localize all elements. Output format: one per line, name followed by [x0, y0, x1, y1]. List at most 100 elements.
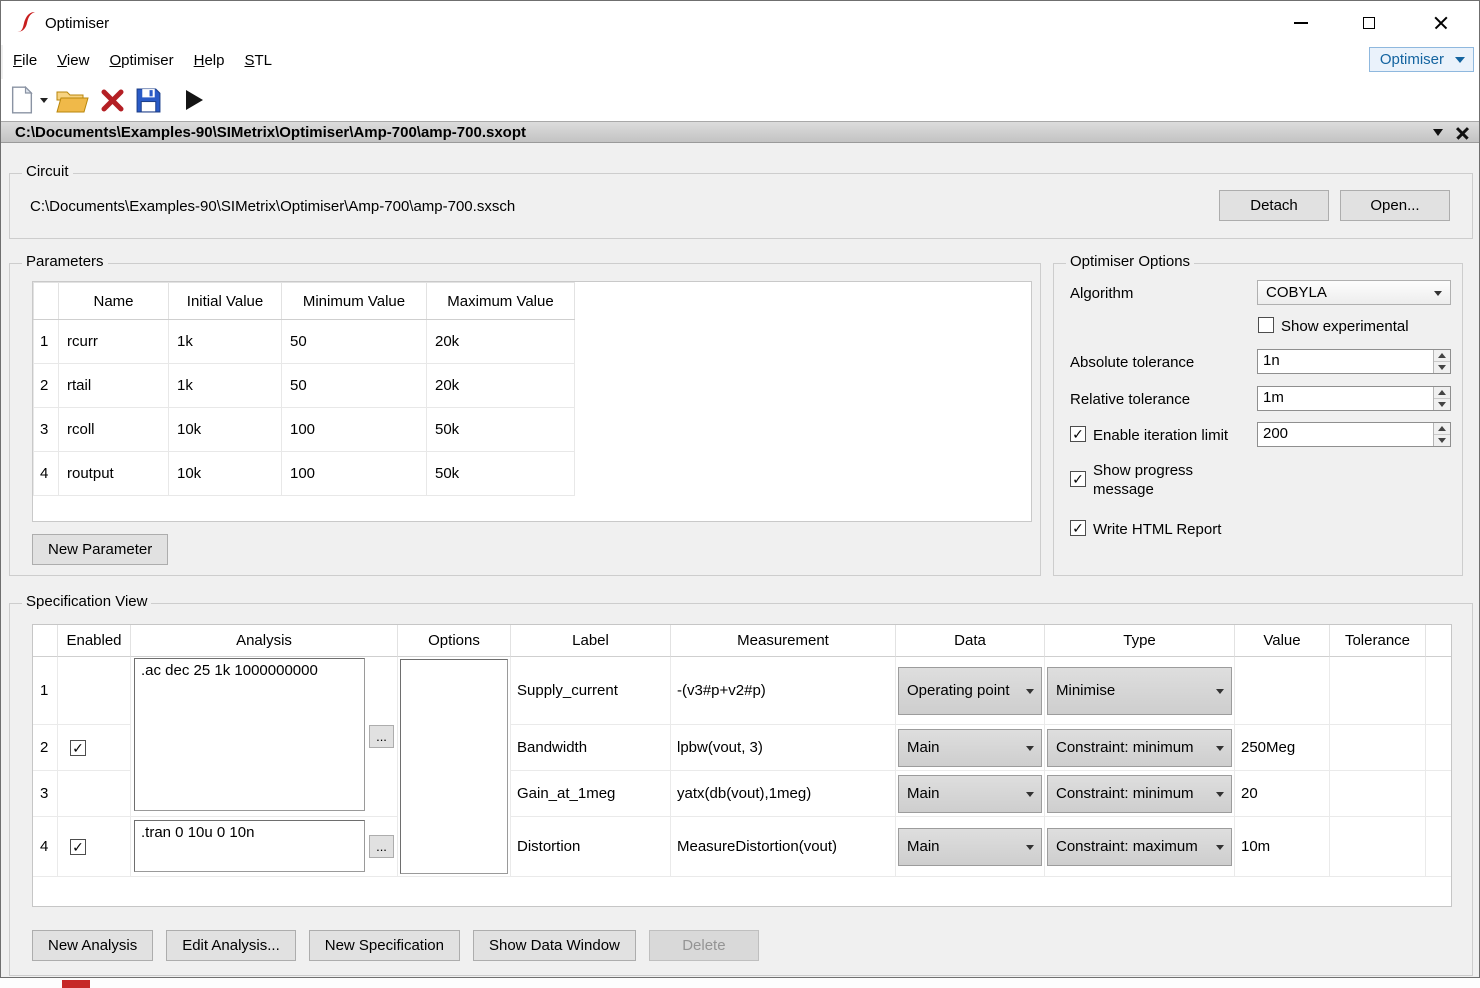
spec-measurement-cell[interactable]: lpbw(vout, 3) [671, 725, 896, 771]
menu-help[interactable]: Help [184, 45, 235, 75]
enabled-cell: ✓ [58, 817, 131, 877]
new-parameter-button[interactable]: New Parameter [32, 534, 168, 565]
new-specification-button[interactable]: New Specification [309, 930, 460, 961]
type-select-value: Constraint: maximum [1056, 838, 1198, 855]
type-select[interactable]: Constraint: minimum [1047, 729, 1232, 767]
menu-file[interactable]: File [3, 45, 47, 75]
param-name-cell[interactable]: rtail [59, 364, 169, 408]
open-circuit-button[interactable]: Open... [1340, 190, 1450, 221]
spin-up-button[interactable] [1434, 387, 1450, 399]
menu-view[interactable]: View [47, 45, 99, 75]
show-data-window-button[interactable]: Show Data Window [473, 930, 636, 961]
analysis-text-tran[interactable]: .tran 0 10u 0 10n [134, 820, 365, 872]
chevron-down-icon [1026, 845, 1034, 850]
param-min-cell[interactable]: 50 [282, 364, 427, 408]
param-name-cell[interactable]: rcoll [59, 408, 169, 452]
data-select[interactable]: Main [898, 828, 1042, 866]
document-list-dropdown[interactable] [1429, 124, 1447, 141]
data-select[interactable]: Main [898, 729, 1042, 767]
param-initial-cell[interactable]: 10k [169, 408, 282, 452]
param-max-cell[interactable]: 20k [427, 320, 575, 364]
detach-button[interactable]: Detach [1219, 190, 1329, 221]
spec-label-cell[interactable]: Bandwidth [511, 725, 671, 771]
spec-measurement-cell[interactable]: -(v3#p+v2#p) [671, 657, 896, 725]
write-html-report-checkbox[interactable]: ✓ [1070, 520, 1086, 536]
analysis-text-ac[interactable]: .ac dec 25 1k 1000000000 [134, 658, 365, 811]
param-name-cell[interactable]: routput [59, 452, 169, 496]
spec-tolerance-cell[interactable] [1330, 771, 1426, 817]
table-row: 1 rcurr 1k 50 20k [34, 320, 575, 364]
spec-measurement-cell[interactable]: MeasureDistortion(vout) [671, 817, 896, 877]
type-select[interactable]: Constraint: minimum [1047, 775, 1232, 813]
options-text-area[interactable] [400, 659, 508, 874]
row-number: 4 [33, 817, 58, 877]
spec-value-cell[interactable]: 20 [1235, 771, 1330, 817]
relative-tolerance-input[interactable]: 1m [1257, 386, 1451, 411]
close-button[interactable] [1421, 7, 1461, 39]
spacer [1426, 657, 1451, 725]
param-min-cell[interactable]: 100 [282, 452, 427, 496]
spin-up-button[interactable] [1434, 350, 1450, 362]
save-button[interactable] [131, 82, 165, 118]
spin-down-button[interactable] [1434, 362, 1450, 373]
enable-iteration-limit-checkbox[interactable]: ✓ [1070, 426, 1086, 442]
show-experimental-checkbox[interactable] [1258, 317, 1274, 333]
new-analysis-button[interactable]: New Analysis [32, 930, 153, 961]
maximize-button[interactable] [1349, 7, 1389, 39]
algorithm-select[interactable]: COBYLA [1257, 280, 1451, 305]
spec-label-cell[interactable]: Gain_at_1meg [511, 771, 671, 817]
analysis-more-button-ac[interactable]: ... [369, 725, 394, 748]
data-select[interactable]: Main [898, 775, 1042, 813]
absolute-tolerance-input[interactable]: 1n [1257, 349, 1451, 374]
param-min-cell[interactable]: 100 [282, 408, 427, 452]
spec-value-cell[interactable]: 10m [1235, 817, 1330, 877]
open-button[interactable] [55, 82, 89, 118]
param-max-cell[interactable]: 20k [427, 364, 575, 408]
param-min-cell[interactable]: 50 [282, 320, 427, 364]
show-progress-checkbox[interactable]: ✓ [1070, 471, 1086, 487]
iteration-limit-input[interactable]: 200 [1257, 422, 1451, 447]
run-button[interactable] [177, 82, 211, 118]
enabled-cell [58, 657, 131, 725]
param-name-cell[interactable]: rcurr [59, 320, 169, 364]
data-select[interactable]: Operating point [898, 667, 1042, 715]
spec-label-cell[interactable]: Supply_current [511, 657, 671, 725]
type-select[interactable]: Minimise [1047, 667, 1232, 715]
document-close-button[interactable] [1453, 124, 1471, 141]
spin-down-button[interactable] [1434, 435, 1450, 446]
spin-up-button[interactable] [1434, 423, 1450, 435]
enabled-checkbox[interactable]: ✓ [70, 839, 86, 855]
minimize-button[interactable] [1281, 7, 1321, 39]
spec-tolerance-cell[interactable] [1330, 657, 1426, 725]
analysis-more-button-tran[interactable]: ... [369, 835, 394, 858]
param-max-cell[interactable]: 50k [427, 452, 575, 496]
maximize-icon [1363, 17, 1375, 29]
param-initial-cell[interactable]: 10k [169, 452, 282, 496]
param-initial-cell[interactable]: 1k [169, 364, 282, 408]
spec-value-cell[interactable] [1235, 657, 1330, 725]
new-document-dropdown[interactable] [37, 82, 51, 118]
menu-stl[interactable]: STL [235, 45, 283, 75]
spec-data-cell: Main [896, 725, 1045, 771]
param-initial-cell[interactable]: 1k [169, 320, 282, 364]
spec-tolerance-cell[interactable] [1330, 817, 1426, 877]
spec-label-cell[interactable]: Distortion [511, 817, 671, 877]
row-number: 2 [33, 725, 58, 771]
spec-value-cell[interactable]: 250Meg [1235, 725, 1330, 771]
param-header-name: Name [59, 283, 169, 320]
param-max-cell[interactable]: 50k [427, 408, 575, 452]
delete-button[interactable] [95, 82, 129, 118]
spec-tolerance-cell[interactable] [1330, 725, 1426, 771]
spec-data-cell: Main [896, 817, 1045, 877]
optimiser-mode-dropdown[interactable]: Optimiser [1369, 47, 1474, 72]
menu-optimiser[interactable]: Optimiser [99, 45, 183, 75]
spin-down-button[interactable] [1434, 399, 1450, 410]
type-select[interactable]: Constraint: maximum [1047, 828, 1232, 866]
edit-analysis-button[interactable]: Edit Analysis... [166, 930, 296, 961]
chevron-down-icon [1026, 746, 1034, 751]
enabled-cell [58, 771, 131, 817]
new-document-button[interactable] [5, 82, 39, 118]
enabled-checkbox[interactable]: ✓ [70, 740, 86, 756]
spec-measurement-cell[interactable]: yatx(db(vout),1meg) [671, 771, 896, 817]
optimiser-options-group-label: Optimiser Options [1066, 253, 1194, 270]
